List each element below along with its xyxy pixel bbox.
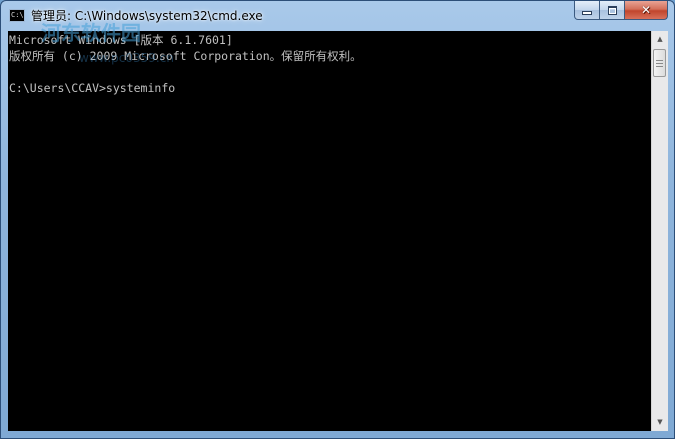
cmd-icon-text: C:\	[11, 11, 24, 19]
console-line: Microsoft Windows [版本 6.1.7601]	[9, 33, 233, 47]
minimize-icon	[582, 11, 592, 15]
console-client-area: Microsoft Windows [版本 6.1.7601] 版权所有 (c)…	[8, 31, 668, 431]
caption-buttons: ✕	[574, 1, 668, 21]
arrow-up-icon: ▲	[657, 35, 663, 43]
cmd-icon[interactable]: C:\	[9, 9, 25, 22]
close-button[interactable]: ✕	[625, 1, 668, 20]
console-output[interactable]: Microsoft Windows [版本 6.1.7601] 版权所有 (c)…	[8, 31, 651, 431]
maximize-icon	[607, 5, 617, 15]
grip-line	[656, 62, 663, 64]
scroll-up-button[interactable]: ▲	[652, 31, 668, 48]
arrow-down-icon: ▼	[657, 418, 663, 426]
grip-line	[656, 59, 663, 61]
grip-line	[656, 65, 663, 67]
title-bar[interactable]: C:\ 管理员: C:\Windows\system32\cmd.exe ✕	[1, 1, 674, 31]
window-title: 管理员: C:\Windows\system32\cmd.exe	[31, 9, 263, 23]
cmd-window: C:\ 管理员: C:\Windows\system32\cmd.exe ✕ M…	[0, 0, 675, 439]
console-line: 版权所有 (c) 2009 Microsoft Corporation。保留所有…	[9, 49, 362, 63]
scroll-down-button[interactable]: ▼	[652, 414, 668, 431]
console-line: C:\Users\CCAV>systeminfo	[9, 81, 176, 95]
minimize-button[interactable]	[574, 1, 600, 20]
scrollbar-thumb[interactable]	[653, 49, 666, 77]
vertical-scrollbar[interactable]: ▲ ▼	[651, 31, 668, 431]
maximize-button[interactable]	[600, 1, 625, 20]
close-icon: ✕	[640, 3, 652, 17]
